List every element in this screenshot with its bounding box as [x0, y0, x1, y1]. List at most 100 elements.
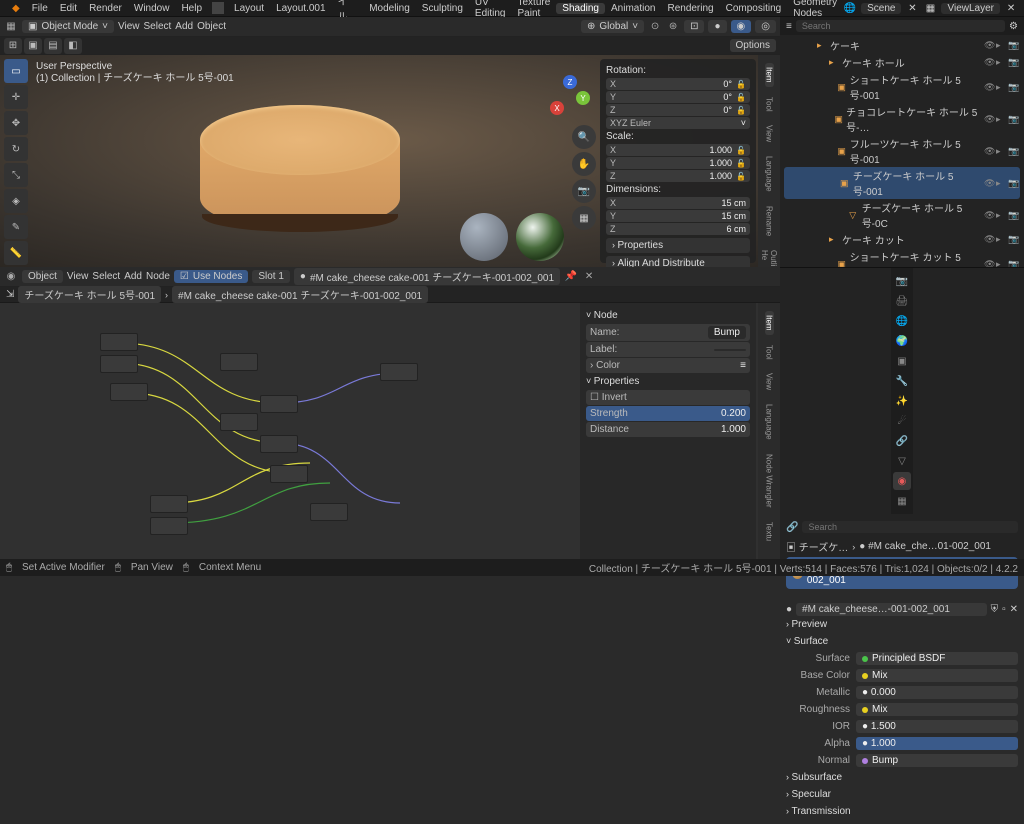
tree-row[interactable]: ▣ショートケーキ カット 5号-001👁▸📷: [784, 248, 1020, 267]
snap-icon[interactable]: ⊙: [648, 20, 662, 34]
menu-add[interactable]: Add: [175, 21, 193, 32]
editor-type-icon[interactable]: ▦: [4, 20, 18, 34]
rot-y-field[interactable]: Y0°🔓: [606, 91, 750, 103]
shader-node[interactable]: [380, 363, 418, 381]
tool-shortcut-icon[interactable]: ⊞: [4, 38, 22, 54]
render-icon[interactable]: 📷: [1008, 82, 1018, 93]
ws-layout001[interactable]: Layout.001: [270, 3, 332, 14]
lock-icon[interactable]: 🔓: [736, 146, 746, 155]
shader-node[interactable]: [270, 465, 308, 483]
tab-constraint-icon[interactable]: 🔗: [893, 432, 911, 450]
eye-icon[interactable]: 👁: [984, 259, 994, 268]
menu-render[interactable]: Render: [83, 3, 128, 14]
list-icon[interactable]: ≡: [740, 360, 746, 371]
shader-node[interactable]: [150, 517, 188, 535]
link-icon[interactable]: 🔗: [786, 522, 798, 533]
eye-icon[interactable]: 👁: [984, 146, 994, 157]
tab-language[interactable]: Language: [765, 400, 774, 444]
surface-shader-select[interactable]: Principled BSDF: [856, 652, 1018, 665]
tree-row[interactable]: ▸ケーキ👁▸📷: [784, 37, 1020, 54]
menu-edit[interactable]: Edit: [54, 3, 83, 14]
tool-icon[interactable]: ▣: [24, 38, 42, 54]
pan-icon[interactable]: ✋: [572, 152, 596, 176]
scene-select[interactable]: Scene: [861, 3, 901, 14]
shader-base-color-field[interactable]: Mix: [856, 669, 1018, 682]
tab-physics-icon[interactable]: ☄: [893, 412, 911, 430]
render-icon[interactable]: 📷: [1008, 210, 1018, 221]
unlink-icon[interactable]: ✕: [1004, 1, 1018, 15]
scale-y-field[interactable]: Y1.000🔓: [606, 157, 750, 169]
scale-tool[interactable]: ⤡: [4, 163, 28, 187]
rotate-tool[interactable]: ↻: [4, 137, 28, 161]
eye-icon[interactable]: 👁: [984, 114, 994, 125]
node-type-select[interactable]: Object: [22, 270, 63, 283]
panel-node-header[interactable]: ˅ Node: [586, 310, 750, 321]
scale-x-field[interactable]: X1.000🔓: [606, 144, 750, 156]
unlink-icon[interactable]: ✕: [1010, 604, 1018, 615]
tab-object-icon[interactable]: ▣: [893, 352, 911, 370]
color-panel[interactable]: › Color≡: [586, 358, 750, 373]
shield-icon[interactable]: ⛨: [991, 604, 999, 615]
menu-help[interactable]: Help: [175, 3, 208, 14]
preview-panel[interactable]: › Preview: [786, 616, 1018, 633]
surface-panel[interactable]: ˅ Surface: [786, 633, 1018, 650]
tree-row[interactable]: ▣チーズケーキ ホール 5号-001👁▸📷: [784, 167, 1020, 199]
shading-mat[interactable]: ◉: [731, 20, 752, 33]
tab-material-icon[interactable]: ◉: [893, 472, 911, 490]
outliner-tree[interactable]: ▸ケーキ👁▸📷▸ケーキ ホール👁▸📷▣ショートケーキ ホール 5号-001👁▸📷…: [780, 35, 1024, 267]
menu-node[interactable]: Node: [146, 271, 170, 282]
lock-icon[interactable]: 🔓: [736, 159, 746, 168]
bread-object[interactable]: チーズケーキ ホール 5号-001: [18, 286, 161, 303]
strength-field[interactable]: Strength0.200: [586, 406, 750, 421]
tree-row[interactable]: ▸ケーキ ホール👁▸📷: [784, 54, 1020, 71]
shader-alpha-field[interactable]: ● 1.000: [856, 737, 1018, 750]
tab-modifier-icon[interactable]: 🔧: [893, 372, 911, 390]
viewlayer-select[interactable]: ViewLayer: [941, 3, 1000, 14]
tab-tool[interactable]: Tool: [765, 93, 774, 116]
measure-tool[interactable]: 📏: [4, 241, 28, 265]
select-icon[interactable]: ▸: [996, 210, 1006, 221]
tab-texture-icon[interactable]: ▦: [893, 492, 911, 510]
select-icon[interactable]: ▸: [996, 146, 1006, 157]
tree-row[interactable]: ▣フルーツケーキ ホール 5号-001👁▸📷: [784, 135, 1020, 167]
panel-properties-header[interactable]: ˅ Properties: [586, 376, 750, 387]
shading-wire[interactable]: ⊡: [684, 20, 704, 33]
shader-node[interactable]: [100, 333, 138, 351]
select-icon[interactable]: ▸: [996, 234, 1006, 245]
unlink-icon[interactable]: ✕: [905, 1, 919, 15]
cursor-tool[interactable]: ✛: [4, 85, 28, 109]
ws-rendering[interactable]: Rendering: [661, 3, 719, 14]
axis-z-icon[interactable]: Z: [563, 75, 577, 89]
rot-mode-select[interactable]: XYZ Euler˅: [606, 117, 750, 129]
specular-panel[interactable]: › Specular: [786, 786, 1018, 803]
editor-type-icon[interactable]: ◉: [4, 270, 18, 284]
select-icon[interactable]: ▸: [996, 82, 1006, 93]
tree-row[interactable]: ▣チョコレートケーキ ホール 5号-…👁▸📷: [784, 103, 1020, 135]
shading-solid[interactable]: ●: [708, 20, 726, 33]
render-icon[interactable]: 📷: [1008, 114, 1018, 125]
expand-icon[interactable]: ⇲: [6, 289, 14, 300]
tool-icon[interactable]: ◧: [64, 38, 82, 54]
tab-item[interactable]: Item: [765, 311, 774, 335]
tab-tool[interactable]: Tool: [765, 341, 774, 364]
outliner-search[interactable]: [796, 20, 1005, 32]
menu-add[interactable]: Add: [124, 271, 142, 282]
menu-view[interactable]: View: [67, 271, 89, 282]
shader-normal-field[interactable]: Bump: [856, 754, 1018, 767]
tab-view[interactable]: View: [765, 121, 774, 146]
scale-z-field[interactable]: Z1.000🔓: [606, 170, 750, 182]
shader-node[interactable]: [110, 383, 148, 401]
eye-icon[interactable]: 👁: [984, 40, 994, 51]
ws-shading[interactable]: Shading: [556, 3, 605, 14]
distance-field[interactable]: Distance1.000: [586, 422, 750, 437]
render-icon[interactable]: 📷: [1008, 234, 1018, 245]
tab-nodewrangler[interactable]: Node Wrangler: [765, 450, 774, 512]
tab-view[interactable]: View: [765, 369, 774, 394]
transmission-panel[interactable]: › Transmission: [786, 803, 1018, 820]
shader-node[interactable]: [150, 495, 188, 513]
select-icon[interactable]: ▸: [996, 40, 1006, 51]
options-menu[interactable]: Options: [730, 39, 776, 52]
tree-row[interactable]: ▽チーズケーキ ホール 5号-0C👁▸📷: [784, 199, 1020, 231]
node-label-input[interactable]: [714, 349, 746, 351]
render-icon[interactable]: 📷: [1008, 40, 1018, 51]
